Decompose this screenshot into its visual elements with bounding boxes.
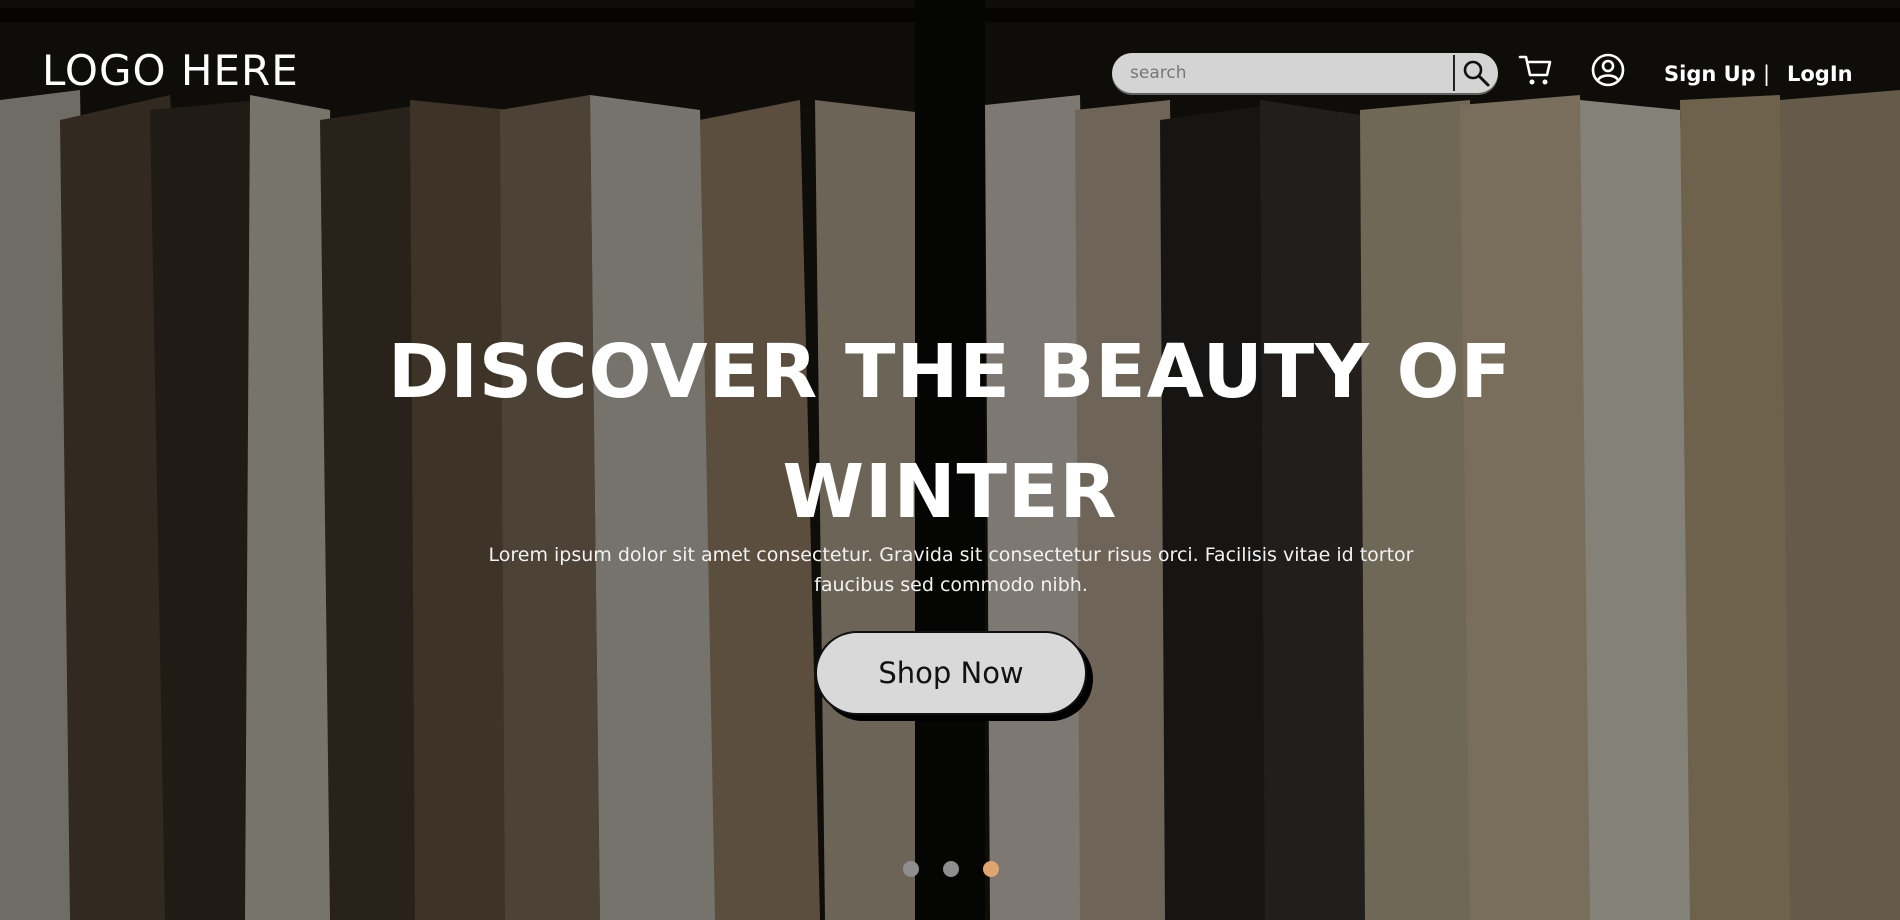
account-button[interactable] [1590, 52, 1626, 88]
user-circle-icon [1591, 53, 1625, 87]
cart-icon [1518, 55, 1552, 85]
hero-headline: DISCOVER THE BEAUTY OF WINTER [300, 312, 1600, 552]
shop-now-button[interactable]: Shop Now [815, 631, 1087, 715]
hero-banner: LOGO HERE Si [0, 0, 1900, 920]
nav-separator: | [1763, 62, 1771, 86]
search-button[interactable] [1456, 53, 1496, 93]
carousel-dot-2[interactable] [943, 861, 959, 877]
cart-button[interactable] [1518, 52, 1554, 88]
search-input[interactable] [1128, 62, 1452, 84]
carousel-indicators [903, 861, 999, 877]
site-logo[interactable]: LOGO HERE [42, 46, 299, 95]
carousel-dot-1[interactable] [903, 861, 919, 877]
hero-headline-line-1: DISCOVER THE BEAUTY OF [387, 329, 1513, 415]
search-icon [1463, 60, 1490, 87]
search-divider [1453, 55, 1455, 91]
carousel-dot-3[interactable] [983, 861, 999, 877]
hero-headline-line-2: WINTER [782, 449, 1118, 535]
hero-description: Lorem ipsum dolor sit amet consectetur. … [488, 544, 1414, 596]
sign-up-link[interactable]: Sign Up [1664, 62, 1756, 86]
search-bar [1112, 53, 1498, 93]
login-link[interactable]: LogIn [1787, 62, 1853, 86]
